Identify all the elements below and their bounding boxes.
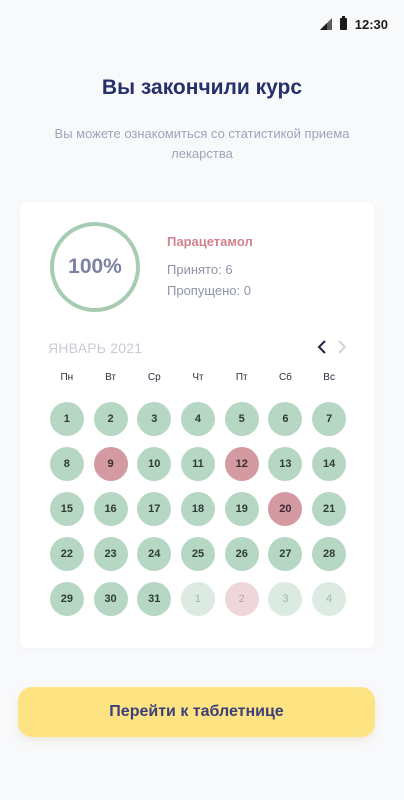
missed-count: Пропущено: 0 xyxy=(167,283,251,298)
weekday-label: Сб xyxy=(278,372,292,383)
status-time: 12:30 xyxy=(354,16,388,32)
calendar-day[interactable]: 20 xyxy=(268,492,303,526)
calendar-day[interactable]: 8 xyxy=(49,447,84,481)
calendar-day-cell: 19 xyxy=(220,492,264,526)
calendar-day-cell: 11 xyxy=(176,447,220,481)
calendar-day[interactable]: 9 xyxy=(93,447,128,481)
calendar-day[interactable]: 7 xyxy=(312,402,347,436)
calendar-day[interactable]: 23 xyxy=(93,537,128,571)
calendar-day[interactable]: 16 xyxy=(93,492,128,526)
calendar-day-cell: 4 xyxy=(307,582,351,616)
calendar-days-grid: 1 2 3 4 5 6 7 8 9 10 11 12 13 14 15 16 17 18 19 20 21 22 23 24 2… xyxy=(45,402,351,616)
calendar-day-cell: 12 xyxy=(220,447,264,481)
calendar-day-cell: 3 xyxy=(132,402,176,436)
calendar-day-cell: 15 xyxy=(45,492,89,526)
calendar-day[interactable]: 12 xyxy=(224,447,259,481)
chevron-left-icon[interactable] xyxy=(314,338,330,356)
calendar-day-cell: 29 xyxy=(45,582,89,616)
calendar-day[interactable]: 17 xyxy=(137,492,172,526)
chevron-right-icon[interactable] xyxy=(334,338,350,356)
calendar-day[interactable]: 31 xyxy=(137,582,172,616)
page-title: Вы закончили курс xyxy=(101,76,303,99)
calendar-day-cell: 5 xyxy=(220,402,264,436)
calendar-month: ЯНВАРЬ 2021 xyxy=(48,340,143,356)
calendar-day-cell: 28 xyxy=(307,537,351,571)
calendar-day-cell: 4 xyxy=(176,402,220,436)
calendar-day[interactable]: 30 xyxy=(93,582,128,616)
calendar-day-cell: 26 xyxy=(220,537,264,571)
calendar-day-cell: 2 xyxy=(89,402,133,436)
calendar-day[interactable]: 6 xyxy=(268,402,303,436)
page-subtitle: Вы можете ознакомиться со статистикой пр… xyxy=(54,126,350,161)
calendar-day[interactable]: 4 xyxy=(180,402,215,436)
calendar-day[interactable]: 1 xyxy=(180,582,215,616)
calendar-day[interactable]: 24 xyxy=(137,537,172,571)
statistics-card: 100% Парацетамол Принято: 6 Пропущено: 0… xyxy=(20,202,374,648)
calendar-day-cell: 16 xyxy=(89,492,133,526)
calendar-day-cell: 27 xyxy=(264,537,308,571)
calendar-day[interactable]: 27 xyxy=(268,537,303,571)
progress-percent: 100% xyxy=(68,255,122,278)
calendar-day[interactable]: 3 xyxy=(137,402,172,436)
calendar-day-cell: 9 xyxy=(89,447,133,481)
weekday-label: Чт xyxy=(192,372,204,383)
calendar-day-cell: 17 xyxy=(132,492,176,526)
calendar-day-cell: 2 xyxy=(220,582,264,616)
calendar-day[interactable]: 15 xyxy=(49,492,84,526)
calendar-day-cell: 8 xyxy=(45,447,89,481)
calendar-day-cell: 3 xyxy=(264,582,308,616)
calendar-day-cell: 14 xyxy=(307,447,351,481)
calendar-day[interactable]: 3 xyxy=(268,582,303,616)
calendar-day[interactable]: 4 xyxy=(312,582,347,616)
calendar-day-cell: 13 xyxy=(264,447,308,481)
calendar-day-cell: 22 xyxy=(45,537,89,571)
signal-icon xyxy=(319,18,332,30)
weekday-label: Пн xyxy=(60,372,74,383)
status-bar: 12:30 xyxy=(0,0,404,48)
calendar-day[interactable]: 18 xyxy=(180,492,215,526)
calendar-day-cell: 10 xyxy=(132,447,176,481)
calendar-day[interactable]: 22 xyxy=(49,537,84,571)
weekday-label: Вт xyxy=(105,372,117,383)
calendar-day[interactable]: 13 xyxy=(268,447,303,481)
battery-icon xyxy=(339,16,347,30)
calendar-day-cell: 21 xyxy=(307,492,351,526)
calendar-day[interactable]: 26 xyxy=(224,537,259,571)
go-to-pillbox-button[interactable]: Перейти к таблетнице xyxy=(18,687,375,737)
weekday-header: Пн Вт Ср Чт Пт Сб Вс xyxy=(45,372,351,383)
weekday-label: Вс xyxy=(323,372,335,383)
drug-name: Парацетамол xyxy=(167,234,253,249)
weekday-label: Ср xyxy=(147,372,161,383)
calendar-day-cell: 18 xyxy=(176,492,220,526)
weekday-label: Пт xyxy=(235,372,248,383)
calendar-day[interactable]: 19 xyxy=(224,492,259,526)
calendar-day-cell: 24 xyxy=(132,537,176,571)
calendar-day-cell: 23 xyxy=(89,537,133,571)
calendar-day[interactable]: 10 xyxy=(137,447,172,481)
calendar-day[interactable]: 28 xyxy=(312,537,347,571)
progress-ring: 100% xyxy=(50,222,140,312)
taken-count: Принято: 6 xyxy=(167,262,233,277)
calendar-day[interactable]: 2 xyxy=(93,402,128,436)
calendar-day[interactable]: 25 xyxy=(180,537,215,571)
calendar-day-cell: 25 xyxy=(176,537,220,571)
calendar-day-cell: 31 xyxy=(132,582,176,616)
calendar-day[interactable]: 2 xyxy=(224,582,259,616)
calendar-day-cell: 1 xyxy=(45,402,89,436)
calendar-day-cell: 7 xyxy=(307,402,351,436)
calendar-day-cell: 30 xyxy=(89,582,133,616)
calendar-day-cell: 20 xyxy=(264,492,308,526)
calendar-day[interactable]: 29 xyxy=(49,582,84,616)
calendar-day-cell: 6 xyxy=(264,402,308,436)
calendar-day[interactable]: 5 xyxy=(224,402,259,436)
calendar-day[interactable]: 21 xyxy=(312,492,347,526)
calendar-day[interactable]: 11 xyxy=(180,447,215,481)
calendar-day[interactable]: 14 xyxy=(312,447,347,481)
calendar-day-cell: 1 xyxy=(176,582,220,616)
calendar-day[interactable]: 1 xyxy=(49,402,84,436)
